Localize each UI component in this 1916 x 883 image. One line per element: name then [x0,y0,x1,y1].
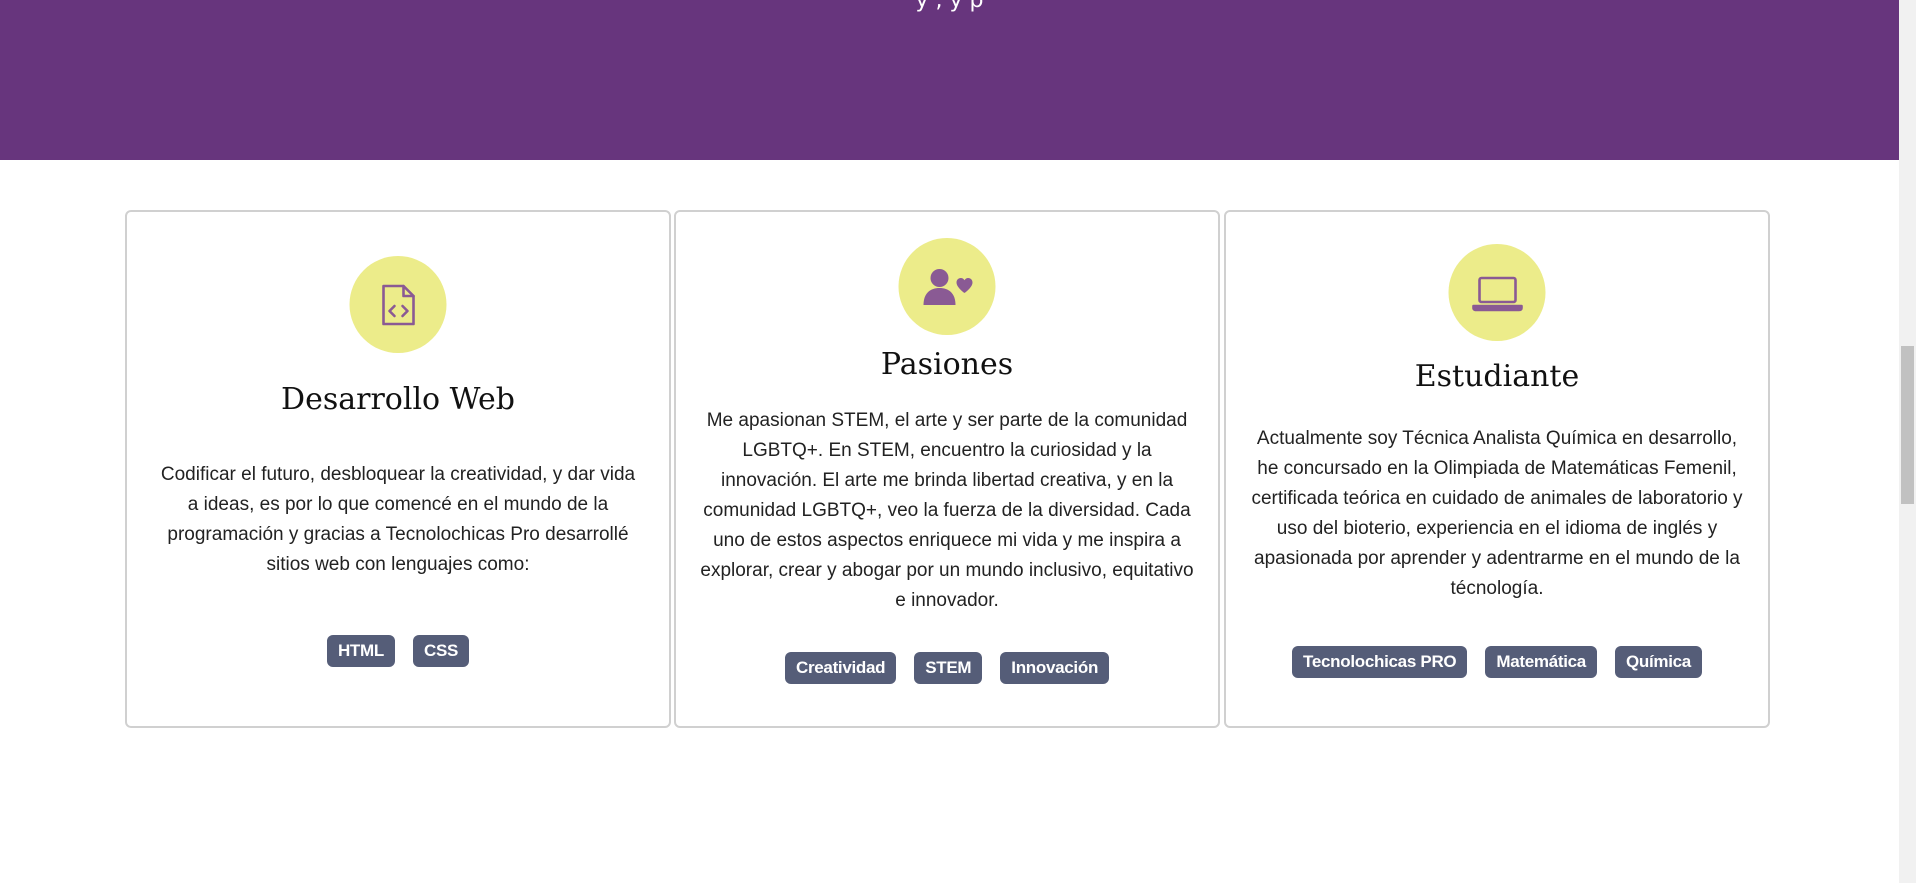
tag-badge: Tecnolochicas PRO [1292,646,1468,678]
card-title: Pasiones [880,347,1014,382]
tag-badge: HTML [326,635,395,667]
laptop-icon [1448,244,1546,341]
tag-list: Creatividad STEM Innovación [676,652,1218,684]
tag-badge: Química [1614,646,1702,678]
tag-badge: STEM [914,652,983,684]
hero-partial-text: y , y p [915,0,984,13]
file-code-icon [349,256,447,353]
tag-list: HTML CSS [127,635,669,667]
card-description: Codificar el futuro, desbloquear la crea… [160,464,636,575]
page-scrollbar[interactable] [1899,0,1916,883]
hero-banner: y , y p [0,0,1899,160]
tag-badge: Innovación [1000,652,1110,684]
card-pasiones: Pasiones Me apasionan STEM, el arte y se… [674,210,1220,728]
card-description: Actualmente soy Técnica Analista Química… [1251,428,1743,599]
card-title: Desarrollo Web [281,382,515,417]
tag-list: Tecnolochicas PRO Matemática Química [1226,646,1768,678]
tag-badge: Matemática [1485,646,1597,678]
card-desarrollo-web: Desarrollo Web Codificar el futuro, desb… [125,210,671,728]
card-title: Estudiante [1414,359,1580,394]
card-description: Me apasionan STEM, el arte y ser parte d… [700,410,1194,611]
tag-badge: CSS [412,635,470,667]
scrollbar-thumb[interactable] [1901,346,1914,504]
card-estudiante: Estudiante Actualmente soy Técnica Anali… [1224,210,1770,728]
tag-badge: Creatividad [784,652,897,684]
user-heart-icon [898,238,996,335]
